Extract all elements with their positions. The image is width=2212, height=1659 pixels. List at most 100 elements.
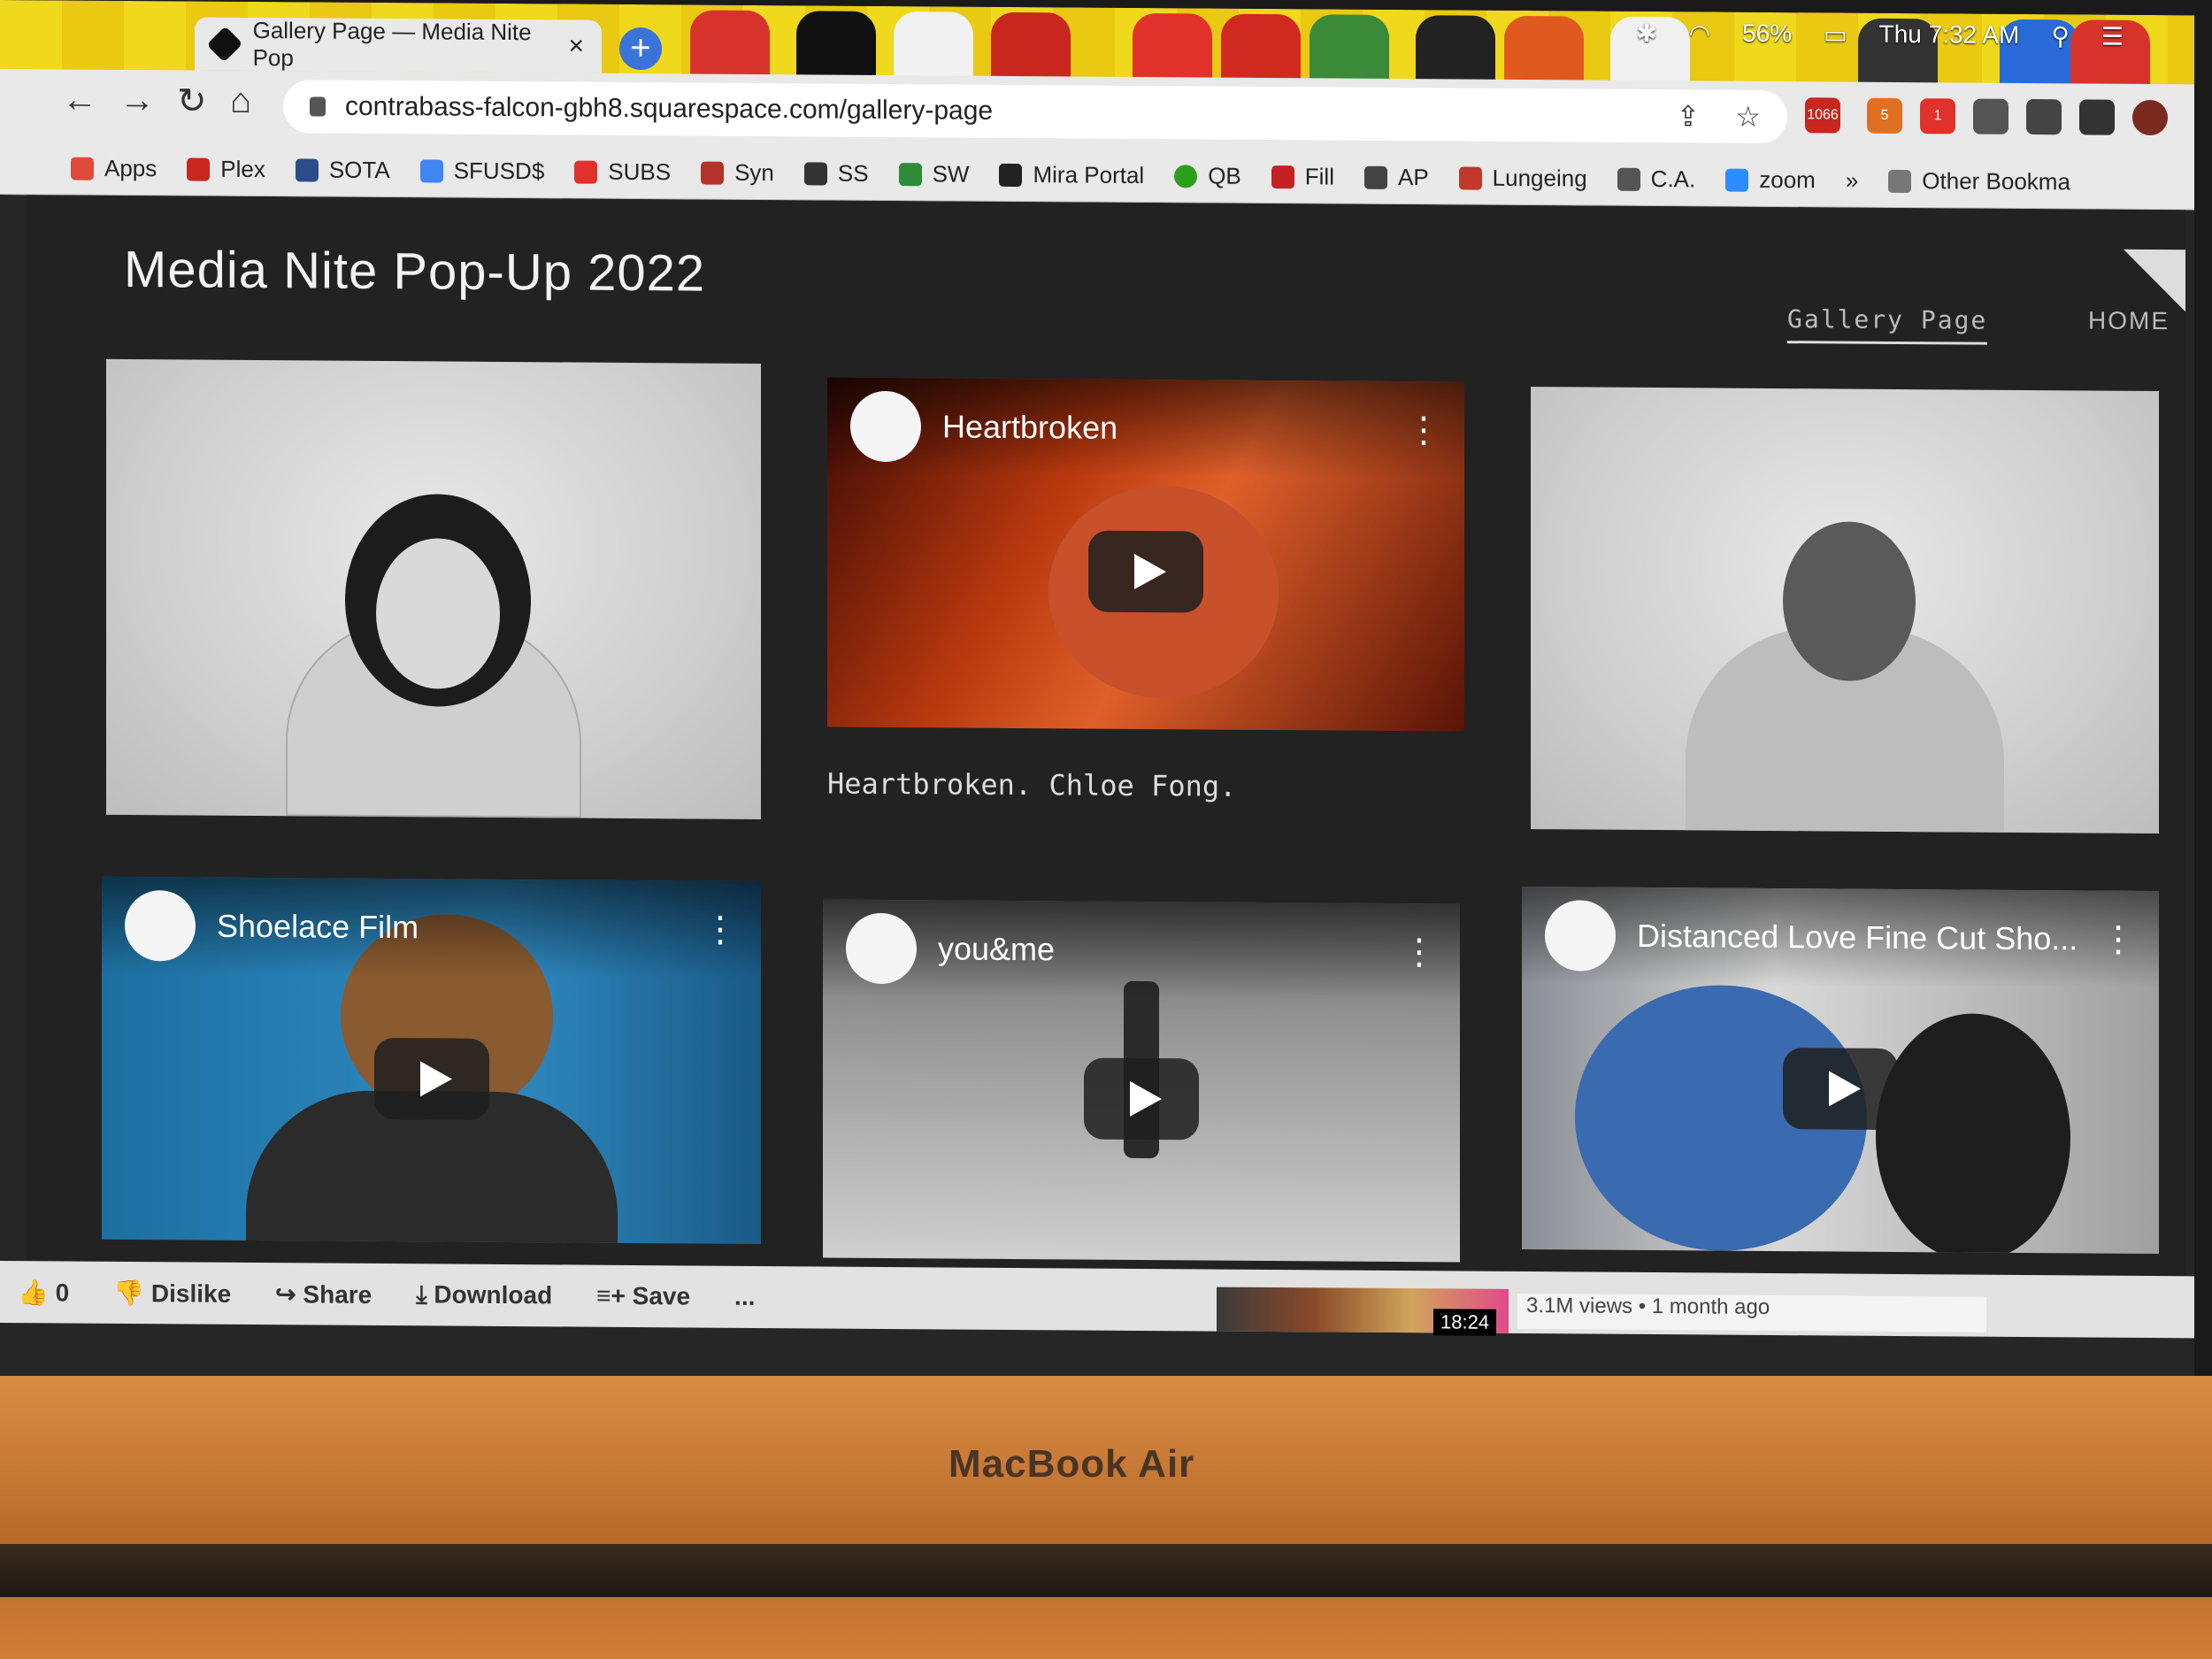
extension-badge-icon[interactable]: 1 (1920, 98, 1955, 134)
ca-icon (1617, 167, 1640, 191)
bookmark-ca[interactable]: C.A. (1617, 165, 1695, 194)
site-title[interactable]: Media Nite Pop-Up 2022 (124, 240, 705, 303)
video-embed-distanced-love[interactable]: Distanced Love Fine Cut Sho... ⋮ (1522, 887, 2159, 1255)
google-icon (419, 158, 443, 182)
extensions-puzzle-icon[interactable] (1973, 98, 2008, 134)
video-title[interactable]: you&me (938, 930, 1055, 968)
battery-icon[interactable]: ▭ (1824, 19, 1847, 49)
address-bar[interactable]: contrabass-falcon-gbh8.squarespace.com/g… (283, 80, 1787, 144)
bookmark-apps[interactable]: Apps (71, 155, 157, 183)
squarespace-page: Media Nite Pop-Up 2022 Gallery Page HOME… (27, 195, 2185, 1308)
portrait-face (1783, 521, 1916, 682)
bookmark-plex[interactable]: Plex (187, 155, 265, 183)
video-caption: Heartbroken. Chloe Fong. (827, 766, 1237, 803)
dislike-button[interactable]: 👎 Dislike (113, 1278, 231, 1308)
bookmark-lungeing[interactable]: Lungeing (1458, 165, 1587, 193)
forward-arrow-icon[interactable]: → (119, 81, 155, 120)
more-options-button[interactable]: ... (734, 1283, 755, 1311)
squarespace-favicon-icon (206, 26, 243, 63)
bookmark-sw[interactable]: SW (898, 160, 969, 188)
sota-icon (295, 157, 319, 182)
laptop-bezel (0, 1376, 2212, 1659)
video-shirt (1876, 1012, 2070, 1255)
plex-icon (187, 157, 211, 181)
video-header: Heartbroken ⋮ (827, 377, 1464, 480)
syn-icon (701, 161, 725, 185)
download-button[interactable]: ⤓ Download (416, 1280, 552, 1310)
portrait-face (376, 537, 500, 689)
laptop-lid: ✱ ◠ 56% ▭ Thu 7:32 AM ⚲ ☰ Gallery Page —… (0, 0, 2212, 1392)
bookmark-ss[interactable]: SS (803, 159, 869, 188)
bookmark-sfusd[interactable]: SFUSD$ (419, 157, 544, 185)
bookmark-qb[interactable]: QB (1174, 162, 1241, 190)
channel-avatar[interactable] (1545, 900, 1616, 972)
video-duration: 18:24 (1433, 1309, 1497, 1336)
spotlight-search-icon[interactable]: ⚲ (2051, 21, 2070, 50)
more-vert-icon[interactable]: ⋮ (1406, 411, 1441, 449)
save-button[interactable]: ≡+ Save (596, 1282, 690, 1311)
more-vert-icon[interactable]: ⋮ (2101, 920, 2136, 959)
nav-gallery-page[interactable]: Gallery Page (1787, 304, 1988, 345)
gallery-photo-portrait-boy[interactable] (1531, 387, 2159, 834)
reload-icon[interactable]: ↻ (177, 81, 207, 121)
wifi-icon[interactable]: ◠ (1689, 19, 1710, 48)
mira-icon (999, 163, 1023, 187)
ss-icon (803, 161, 827, 186)
other-bookmarks[interactable]: Other Bookma (1888, 167, 2070, 196)
notification-center-icon[interactable]: ☰ (2101, 22, 2124, 51)
channel-avatar[interactable] (125, 889, 196, 962)
pdf-icon (1271, 165, 1294, 188)
share-button[interactable]: ↪ Share (275, 1279, 372, 1310)
bookmark-subs[interactable]: SUBS (574, 158, 671, 187)
video-embed-heartbroken[interactable]: Heartbroken ⋮ (827, 377, 1464, 732)
more-vert-icon[interactable]: ⋮ (703, 910, 738, 949)
extension-badge-icon[interactable]: 5 (1867, 97, 1902, 134)
channel-avatar[interactable] (846, 912, 917, 985)
video-embed-shoelace-film[interactable]: Shoelace Film ⋮ (102, 876, 761, 1245)
media-controls-icon[interactable] (2026, 98, 2062, 135)
profile-avatar[interactable] (2132, 99, 2168, 136)
bookmark-ap[interactable]: AP (1363, 164, 1429, 192)
share-icon[interactable]: ⇪ (1677, 99, 1701, 133)
video-header: Distanced Love Fine Cut Sho... ⋮ (1522, 887, 2159, 989)
video-title[interactable]: Shoelace Film (217, 908, 419, 947)
video-title[interactable]: Heartbroken (942, 408, 1118, 446)
extension-badge-icon[interactable]: 1066 (1805, 97, 1840, 134)
page-corner-fold (2124, 249, 2185, 312)
tab-close-icon[interactable]: × (568, 31, 584, 61)
subs-icon (574, 160, 598, 184)
laptop-hinge (0, 1544, 2212, 1597)
bookmark-fill[interactable]: Fill (1271, 163, 1334, 190)
back-arrow-icon[interactable]: ← (62, 80, 97, 119)
video-header: Shoelace Film ⋮ (102, 876, 761, 979)
like-button[interactable]: 👍 0 (18, 1278, 69, 1307)
bookmark-zoom[interactable]: zoom (1725, 166, 1816, 195)
mac-menubar: ✱ ◠ 56% ▭ Thu 7:32 AM ⚲ ☰ (1636, 19, 2124, 51)
bookmark-syn[interactable]: Syn (701, 159, 774, 188)
gallery-photo-portrait-girl[interactable] (106, 358, 761, 820)
url-text[interactable]: contrabass-falcon-gbh8.squarespace.com/g… (345, 92, 993, 127)
side-panel-icon[interactable] (2079, 99, 2115, 135)
bookmark-star-icon[interactable]: ☆ (1735, 100, 1761, 134)
shield-icon (1363, 165, 1387, 189)
more-vert-icon[interactable]: ⋮ (1402, 933, 1437, 972)
u-icon (1458, 166, 1482, 190)
play-button-icon[interactable] (1084, 1057, 1199, 1141)
bookmarks-overflow[interactable]: » (1846, 167, 1858, 195)
bookmark-mira-portal[interactable]: Mira Portal (999, 161, 1144, 189)
channel-avatar[interactable] (850, 390, 921, 463)
video-embed-you-and-me[interactable]: you&me ⋮ (823, 899, 1460, 1263)
video-title[interactable]: Distanced Love Fine Cut Sho... (1637, 918, 2078, 957)
home-icon[interactable]: ⌂ (230, 81, 251, 121)
bookmark-sota[interactable]: SOTA (295, 156, 390, 184)
bluetooth-icon[interactable]: ✱ (1636, 19, 1656, 48)
sw-icon (898, 162, 922, 186)
play-button-icon[interactable] (1088, 530, 1203, 613)
play-button-icon[interactable] (1783, 1047, 1898, 1130)
play-button-icon[interactable] (373, 1037, 489, 1120)
battery-percent[interactable]: 56% (1742, 19, 1792, 49)
browser-tab-active[interactable]: Gallery Page — Media Nite Pop × (195, 17, 602, 73)
clock[interactable]: Thu 7:32 AM (1879, 20, 2020, 50)
new-tab-button[interactable]: + (619, 27, 662, 71)
lock-icon (310, 96, 326, 117)
